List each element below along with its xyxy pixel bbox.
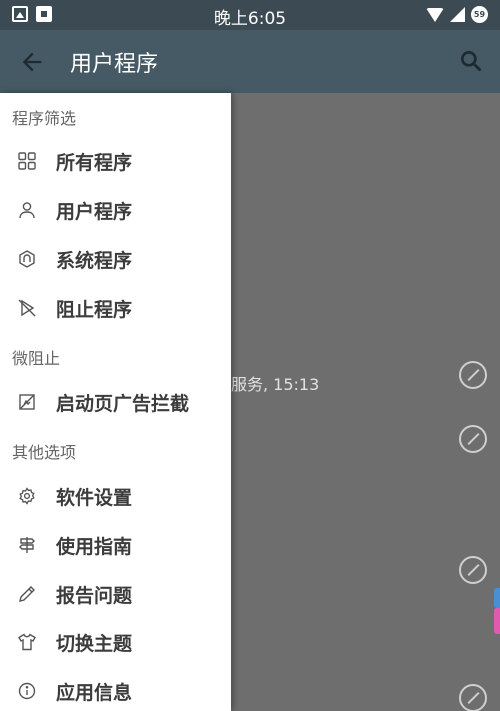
drawer-item-splash-ad-block[interactable]: 启动页广告拦截	[0, 379, 231, 425]
block-icon[interactable]	[459, 684, 487, 711]
section-title-filter: 程序筛选	[12, 109, 77, 128]
accent-strip-pink	[494, 608, 500, 634]
block-icon[interactable]	[459, 556, 487, 584]
app-bar: 用户程序	[0, 30, 500, 93]
drawer-item-label: 切换主题	[56, 632, 133, 655]
drawer-item-label: 所有程序	[56, 151, 133, 174]
drawer-item-settings[interactable]: 软件设置	[0, 473, 231, 519]
signal-icon	[450, 7, 465, 22]
drawer-item-label: 使用指南	[56, 535, 133, 558]
drawer-item-switch-theme[interactable]: 切换主题	[0, 619, 231, 665]
navigation-drawer: 程序筛选 所有程序 用户程序 系统程序 阻止程序 微阻止 启动页广告拦截 其他选…	[0, 93, 231, 711]
block-icon[interactable]	[459, 361, 487, 389]
gear-icon	[16, 485, 38, 507]
section-title-other-options: 其他选项	[12, 443, 77, 462]
accent-strip-blue	[494, 588, 500, 608]
drawer-item-label: 用户程序	[56, 200, 133, 223]
info-icon	[16, 680, 38, 702]
drawer-item-label: 报告问题	[56, 584, 133, 607]
block-icon[interactable]	[459, 425, 487, 453]
drawer-item-label: 软件设置	[56, 486, 133, 509]
drawer-item-report-issue[interactable]: 报告问题	[0, 571, 231, 617]
drawer-item-all-apps[interactable]: 所有程序	[0, 138, 231, 184]
person-icon	[16, 199, 38, 221]
status-time: 晚上6:05	[213, 9, 287, 29]
wifi-icon	[426, 7, 444, 22]
drawer-item-app-info[interactable]: 应用信息	[0, 668, 231, 711]
drawer-item-label: 启动页广告拦截	[56, 392, 190, 415]
grid-icon	[16, 150, 38, 172]
status-bar: 晚上6:05 59	[0, 0, 500, 30]
battery-icon: 59	[471, 6, 488, 23]
drawer-item-system-apps[interactable]: 系统程序	[0, 236, 231, 282]
signpost-icon	[16, 534, 38, 556]
drawer-item-label: 阻止程序	[56, 298, 133, 321]
section-title-micro-block: 微阻止	[12, 349, 61, 368]
drawer-item-user-apps[interactable]: 用户程序	[0, 187, 231, 233]
drawer-item-label: 应用信息	[56, 681, 133, 704]
pencil-icon	[16, 583, 38, 605]
ad-block-icon	[16, 391, 38, 413]
page-title: 用户程序	[70, 52, 159, 77]
blocked-play-icon	[16, 297, 38, 319]
background-app-subtitle: 服务, 15:13	[231, 375, 320, 394]
tshirt-icon	[16, 631, 38, 653]
android-hexagon-icon	[16, 248, 38, 270]
drawer-item-blocked-apps[interactable]: 阻止程序	[0, 285, 231, 331]
drawer-item-guide[interactable]: 使用指南	[0, 522, 231, 568]
drawer-item-label: 系统程序	[56, 249, 133, 272]
search-icon[interactable]	[458, 48, 484, 74]
back-arrow-icon[interactable]	[18, 48, 46, 76]
